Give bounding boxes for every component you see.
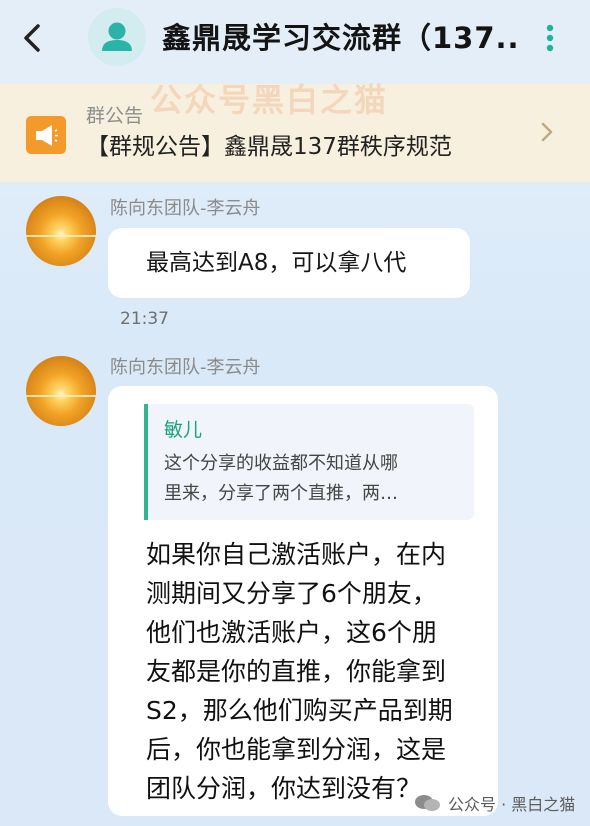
more-vertical-icon: [546, 24, 554, 52]
message-timestamp: 21:37: [120, 309, 169, 329]
avatar[interactable]: [26, 196, 96, 266]
chevron-right-icon[interactable]: [536, 118, 558, 146]
message-text: 他们也激活账户，这6个朋: [146, 618, 437, 647]
group-avatar[interactable]: [88, 8, 146, 66]
quote-author: 敏儿: [164, 419, 203, 441]
avatar[interactable]: [26, 356, 96, 426]
message-text: 如果你自己激活账户，在内: [146, 540, 447, 569]
message-text: 友都是你的直推，你能拿到: [146, 657, 447, 686]
quote-text: 这个分享的收益都不知道从哪: [164, 453, 398, 474]
message-text: S2，那么他们购买产品到期: [146, 696, 453, 725]
back-button[interactable]: [14, 18, 50, 58]
message-text: 测期间又分享了6个朋友，: [146, 579, 437, 608]
message-text: 后，你也能拿到分润，这是: [146, 735, 447, 764]
wechat-icon: [415, 795, 440, 811]
person-icon: [102, 22, 132, 51]
announcement-text: 【群规公告】鑫鼎晟137群秩序规范: [86, 134, 452, 160]
message-text: 最高达到A8，可以拿八代: [146, 250, 407, 276]
watermark: 公众号黑白之猫: [150, 81, 389, 119]
footer-watermark: 公众号 · 黑白之猫: [414, 790, 575, 816]
megaphone-icon: [26, 116, 66, 154]
chevron-left-icon: [24, 24, 40, 52]
chat-title: 鑫鼎晟学习交流群（137...: [162, 21, 522, 55]
message-text: 团队分润，你达到没有？: [146, 774, 422, 803]
footer-watermark-text: 公众号 · 黑白之猫: [448, 795, 576, 814]
more-button[interactable]: [538, 18, 562, 58]
sender-name: 陈向东团队-李云舟: [110, 198, 261, 219]
sender-name: 陈向东团队-李云舟: [110, 357, 261, 378]
announcement-heading: 群公告: [86, 105, 144, 127]
quote-text: 里来，分享了两个直推，两…: [164, 483, 398, 504]
